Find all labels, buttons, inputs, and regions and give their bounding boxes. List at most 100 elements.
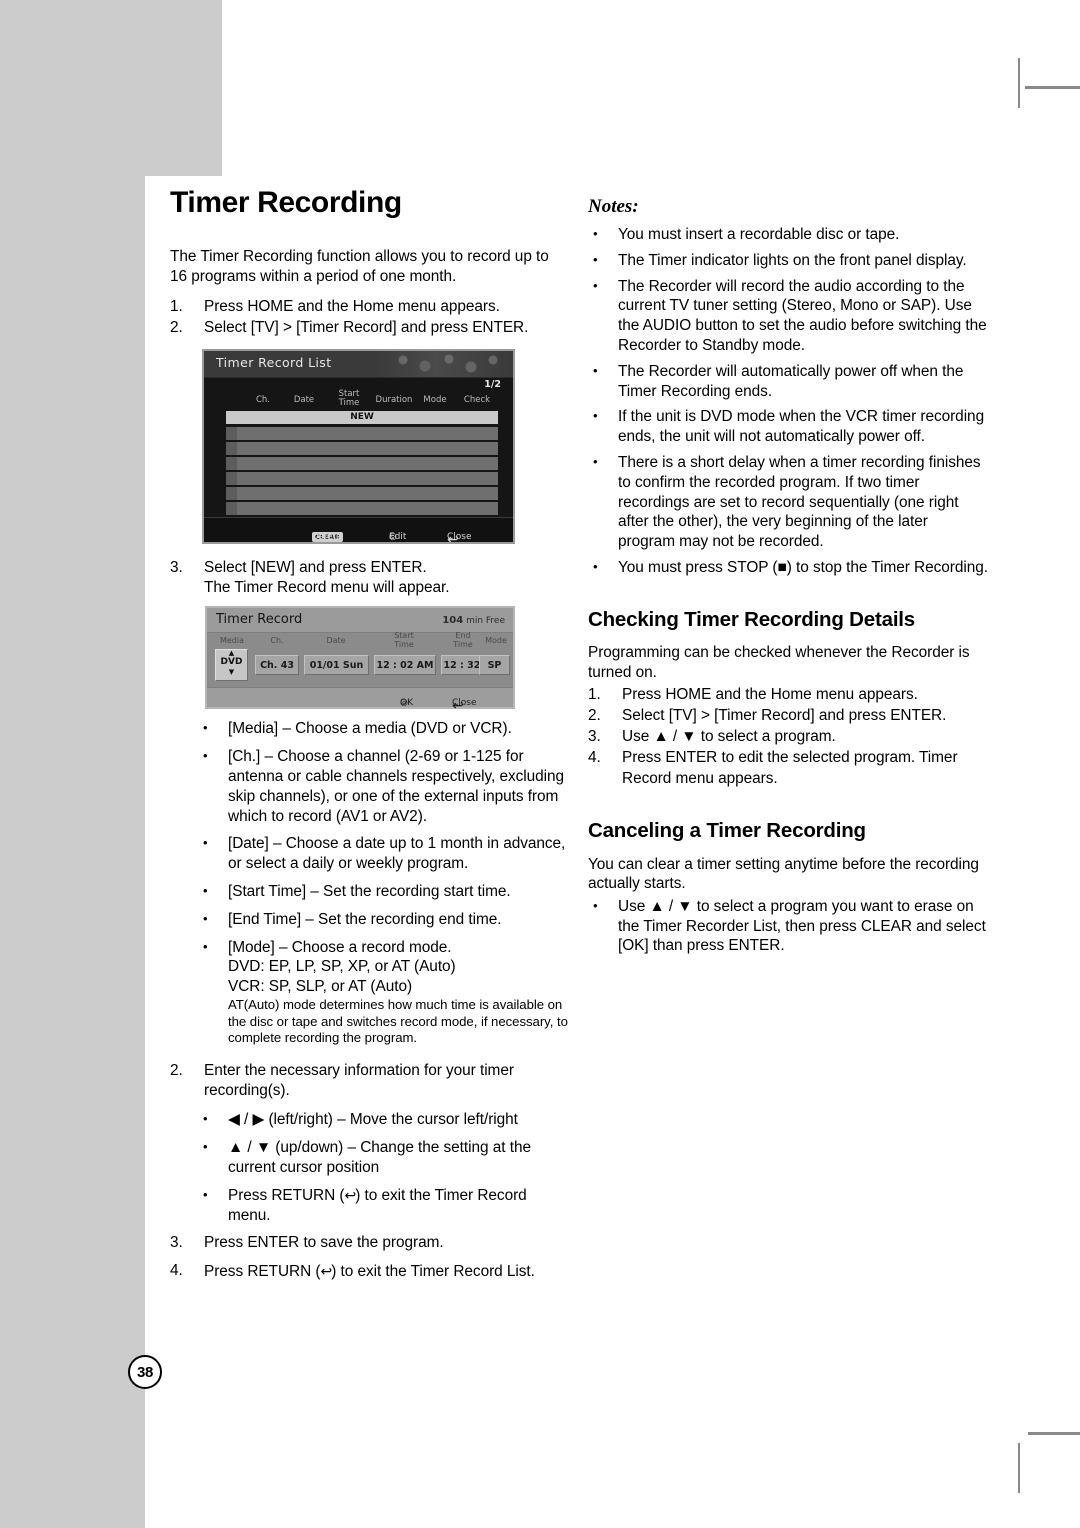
canceling-intro: You can clear a timer setting anytime be… (588, 855, 979, 893)
list-item: You must insert a recordable disc or tap… (588, 224, 988, 245)
steps-list-initial: 1. Press HOME and the Home menu appears. … (170, 297, 570, 339)
step-number: 1. (588, 685, 601, 703)
list-item: 3. Use ▲ / ▼ to select a program. (588, 727, 988, 747)
list-item: 3. Press ENTER to save the program. (170, 1233, 570, 1253)
osd-rec-header: Timer Record 104 min Free (207, 608, 513, 634)
crop-mark-bottom-right-horizontal (1028, 1432, 1080, 1435)
page-margin-top-block (0, 0, 222, 176)
osd-timer-record-list-figure: Timer Record List 1/2 Ch. Date Start Tim… (202, 348, 515, 548)
section-heading-checking: Checking Timer Recording Details (588, 607, 916, 631)
step-number: 3. (170, 558, 183, 576)
list-item: [End Time] – Set the recording end time. (198, 909, 570, 930)
osd-rec-field-mode[interactable]: SP (479, 655, 510, 676)
osd-footer-close-label: Close (447, 531, 472, 542)
osd-rec-footer-ok-label: OK (400, 698, 413, 709)
list-item: ◀ / ▶ (left/right) – Move the cursor lef… (198, 1109, 570, 1130)
osd-rec-footer-close-label: Close (452, 698, 477, 709)
step-number: 2. (170, 319, 183, 337)
osd-empty-slot[interactable] (226, 486, 498, 500)
canceling-bullet-list: Use ▲ / ▼ to select a program you want t… (588, 896, 988, 956)
notes-list: You must insert a recordable disc or tap… (588, 224, 988, 578)
osd-column-duration: Duration (375, 394, 413, 405)
step-text: Use ▲ / ▼ to select a program. (622, 728, 836, 746)
return-icon: ↩ (320, 1262, 332, 1279)
mode-auto-note: AT(Auto) mode determines how much time i… (228, 996, 568, 1046)
step-text: Select [TV] > [Timer Record] and press E… (204, 319, 529, 337)
list-item: [Ch.] – Choose a channel (2-69 or 1-125 … (198, 746, 570, 826)
list-item: 2. Enter the necessary information for y… (170, 1061, 570, 1102)
osd-rec-free-space: 104 min Free (442, 615, 505, 626)
step-text: Select [TV] > [Timer Record] and press E… (622, 706, 947, 724)
intro-paragraph: The Timer Recording function allows you … (170, 248, 549, 285)
step-number: 3. (588, 728, 601, 746)
osd-empty-slot[interactable] (226, 441, 498, 455)
checking-steps-list: 1. Press HOME and the Home menu appears. … (588, 685, 988, 789)
step-number: 4. (588, 749, 601, 767)
osd-column-check: Check (463, 394, 491, 405)
list-item-stop: You must press STOP (■) to stop the Time… (588, 557, 988, 578)
mode-line-dvd: DVD: EP, LP, SP, XP, or AT (Auto) (228, 958, 456, 976)
step-text: Press ENTER to save the program. (204, 1234, 444, 1252)
step-text: Press ENTER to edit the selected program… (622, 749, 958, 787)
step-text-pre: Press RETURN ( (204, 1262, 321, 1280)
checking-intro: Programming can be checked whenever the … (588, 644, 970, 681)
step-text-line1: Select [NEW] and press ENTER. (204, 558, 427, 576)
list-item: ▲ / ▼ (up/down) – Change the setting at … (198, 1137, 570, 1178)
mode-line-vcr: VCR: SP, SLP, or AT (Auto) (228, 978, 413, 996)
list-item: Use ▲ / ▼ to select a program you want t… (588, 896, 988, 956)
list-item-return: Press RETURN (↩) to exit the Timer Recor… (198, 1185, 570, 1226)
step-text-line2: The Timer Record menu will appear. (204, 579, 450, 597)
osd-column-mode: Mode (423, 394, 447, 405)
step-text: Press HOME and the Home menu appears. (204, 298, 500, 316)
osd-rec-field-start-time[interactable]: 12 : 02 AM (374, 655, 436, 676)
list-item: 3. Select [NEW] and press ENTER. The Tim… (170, 558, 570, 599)
osd-rec-fields: Media Ch. Date Start Time End Time Mode … (207, 632, 513, 690)
field-description-list: [Media] – Choose a media (DVD or VCR). [… (198, 718, 570, 1047)
stop-note-post: ) to stop the Timer Recording. (786, 558, 988, 576)
osd-empty-slot[interactable] (226, 426, 498, 440)
osd-rec-free-unit: min Free (466, 616, 505, 627)
osd-rec-free-value: 104 (442, 615, 464, 627)
list-item: 4. Press RETURN (↩) to exit the Timer Rec… (170, 1261, 570, 1282)
list-item-mode: [Mode] – Choose a record mode. DVD: EP, … (198, 937, 570, 1047)
left-column: Timer Recording The Timer Recording func… (170, 186, 570, 1283)
osd-rec-field-ch[interactable]: Ch. 43 (255, 655, 299, 676)
page-title: Timer Recording (170, 186, 402, 219)
osd-empty-slot[interactable] (226, 456, 498, 470)
osd-rec-field-date[interactable]: 01/01 Sun (304, 655, 369, 676)
list-item: [Start Time] – Set the recording start t… (198, 881, 570, 902)
down-arrow-icon: ▼ (228, 668, 235, 677)
return-icon: ↩ (344, 1186, 356, 1203)
step-number: 2. (588, 706, 601, 724)
step-text: Press HOME and the Home menu appears. (622, 685, 918, 703)
crop-mark-top-right-vertical (1018, 58, 1020, 108)
mode-line-1: [Mode] – Choose a record mode. (228, 938, 452, 956)
osd-timer-record-figure: Timer Record 104 min Free Media Ch. Date… (205, 606, 515, 714)
osd-rec-label-mode: Mode (485, 636, 507, 646)
osd-rec-label-ch: Ch. (270, 636, 284, 646)
osd-header-bar: Timer Record List (204, 350, 513, 378)
cursor-key-list: ◀ / ▶ (left/right) – Move the cursor lef… (198, 1109, 570, 1226)
step-3-list: 3. Select [NEW] and press ENTER. The Tim… (170, 558, 570, 599)
osd-new-entry-row[interactable]: NEW (226, 410, 498, 424)
osd-column-headers: Ch. Date Start Time Duration Mode Check (226, 389, 498, 409)
list-item: 1. Press HOME and the Home menu appears. (588, 685, 988, 705)
step-text: Enter the necessary information for your… (204, 1061, 514, 1100)
osd-footer-delete-label: Delete (312, 531, 342, 542)
osd-column-date: Date (293, 394, 315, 405)
osd-rec-label-date: Date (326, 636, 346, 646)
list-item: If the unit is DVD mode when the VCR tim… (588, 406, 988, 447)
section-heading-canceling: Canceling a Timer Recording (588, 818, 866, 842)
notes-heading: Notes: (588, 196, 639, 217)
osd-empty-slot[interactable] (226, 501, 498, 515)
list-item: 2. Select [TV] > [Timer Record] and press… (170, 318, 570, 338)
list-item: 1. Press HOME and the Home menu appears. (170, 297, 570, 317)
list-item: There is a short delay when a timer reco… (588, 452, 988, 552)
osd-empty-slot[interactable] (226, 471, 498, 485)
osd-rec-title: Timer Record (216, 612, 303, 628)
osd-footer-bar: CLEAR Delete ◎ Edit ↩ Close (204, 516, 513, 548)
list-item: 2. Select [TV] > [Timer Record] and press… (588, 706, 988, 726)
osd-rec-field-media[interactable]: ▲ DVD ▼ (215, 649, 248, 682)
page-margin-side-block (0, 176, 145, 1528)
osd-column-ch: Ch. (255, 394, 271, 405)
